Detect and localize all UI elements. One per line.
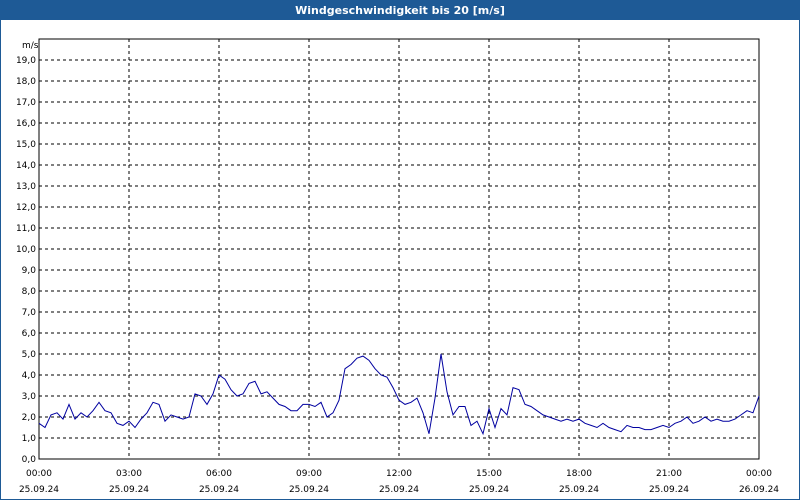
y-tick-label: 2,0 xyxy=(22,413,37,423)
y-tick-label: 14,0 xyxy=(16,161,36,171)
y-tick-label: 8,0 xyxy=(22,287,37,297)
y-tick-label: 15,0 xyxy=(16,140,36,150)
y-tick-label: 5,0 xyxy=(22,350,37,360)
y-axis-unit-label: m/s xyxy=(22,41,39,51)
y-tick-label: 6,0 xyxy=(22,329,37,339)
y-tick-label: 0,0 xyxy=(22,455,37,465)
x-tick-date: 25.09.24 xyxy=(379,485,419,495)
x-tick-time: 18:00 xyxy=(566,469,592,479)
y-tick-label: 4,0 xyxy=(22,371,37,381)
wind-speed-chart: 0,0 1,0 2,0 3,0 4,0 5,0 6,0 7,0 8,0 9,0 10,0 11,0 12… xyxy=(16,38,779,495)
x-tick-date: 25.09.24 xyxy=(19,485,59,495)
y-tick-label: 19,0 xyxy=(16,56,36,66)
y-tick-label: 13,0 xyxy=(16,182,36,192)
y-tick-label: 17,0 xyxy=(16,98,36,108)
x-tick-time: 00:00 xyxy=(26,469,52,479)
x-tick-date: 25.09.24 xyxy=(469,485,509,495)
x-tick-time: 09:00 xyxy=(296,469,322,479)
x-tick-date: 25.09.24 xyxy=(109,485,149,495)
y-tick-label: 9,0 xyxy=(22,266,37,276)
x-tick-time: 03:00 xyxy=(116,469,142,479)
y-tick-label: 10,0 xyxy=(16,245,36,255)
y-tick-label: 7,0 xyxy=(22,308,37,318)
x-tick-time: 15:00 xyxy=(476,469,502,479)
x-tick-date: 25.09.24 xyxy=(199,485,239,495)
y-tick-label: 12,0 xyxy=(16,203,36,213)
y-tick-label: 11,0 xyxy=(16,224,36,234)
x-tick-date: 25.09.24 xyxy=(559,485,599,495)
y-tick-label: 3,0 xyxy=(22,392,37,402)
x-tick-time: 12:00 xyxy=(386,469,412,479)
x-tick-date: 25.09.24 xyxy=(289,485,329,495)
y-tick-label: 16,0 xyxy=(16,119,36,129)
y-tick-label: 1,0 xyxy=(22,434,37,444)
y-tick-label: 18,0 xyxy=(16,77,36,87)
x-tick-date: 26.09.24 xyxy=(739,485,779,495)
x-tick-date: 25.09.24 xyxy=(649,485,689,495)
x-tick-time: 06:00 xyxy=(206,469,232,479)
x-tick-time: 21:00 xyxy=(656,469,682,479)
x-tick-time: 00:00 xyxy=(746,469,772,479)
